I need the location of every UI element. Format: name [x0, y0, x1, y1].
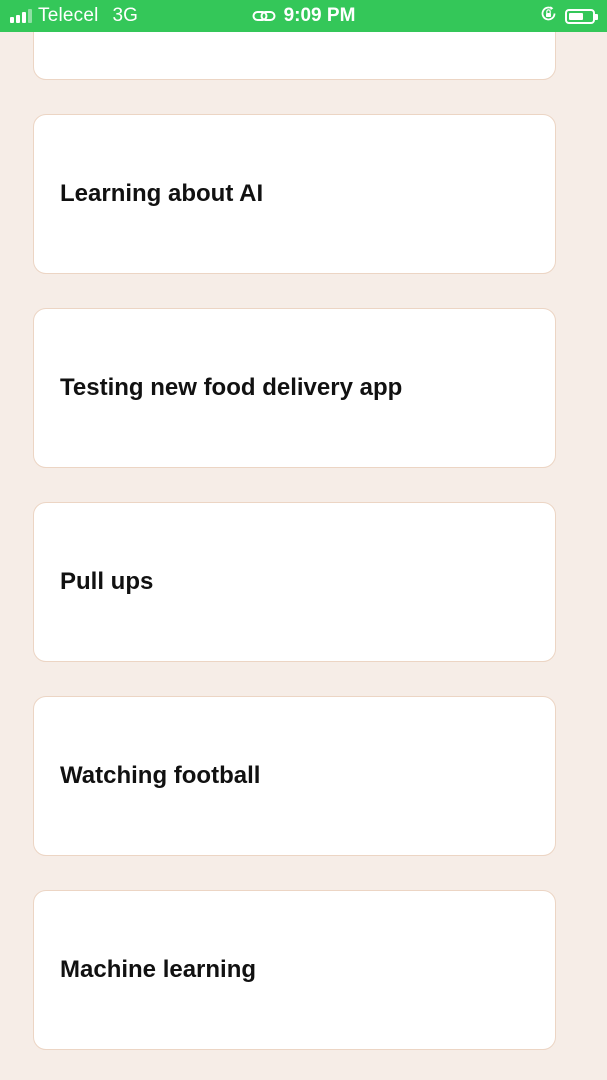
link-icon — [252, 9, 276, 23]
list-card[interactable]: Learning about AI — [33, 114, 556, 274]
status-bar-center: 9:09 PM — [0, 0, 607, 32]
status-bar: Telecel 3G 9:09 PM — [0, 0, 607, 32]
card-label: Pull ups — [60, 568, 154, 595]
orientation-lock-icon — [540, 5, 557, 28]
status-bar-right — [540, 0, 598, 32]
card-label: Learning about AI — [60, 180, 264, 207]
status-time: 9:09 PM — [283, 5, 356, 26]
card-label: Watching football — [60, 762, 261, 789]
list-card[interactable]: Machine learning — [33, 890, 556, 1050]
list-card[interactable]: Watching football — [33, 696, 556, 856]
card-label: Machine learning — [60, 956, 257, 983]
list-card[interactable]: Testing new food delivery app — [33, 308, 556, 468]
battery-icon — [565, 8, 598, 24]
card-label: Testing new food delivery app — [60, 374, 403, 401]
list-card[interactable]: Pull ups — [33, 502, 556, 662]
entry-list: Learning about AI Testing new food deliv… — [0, 0, 607, 1080]
